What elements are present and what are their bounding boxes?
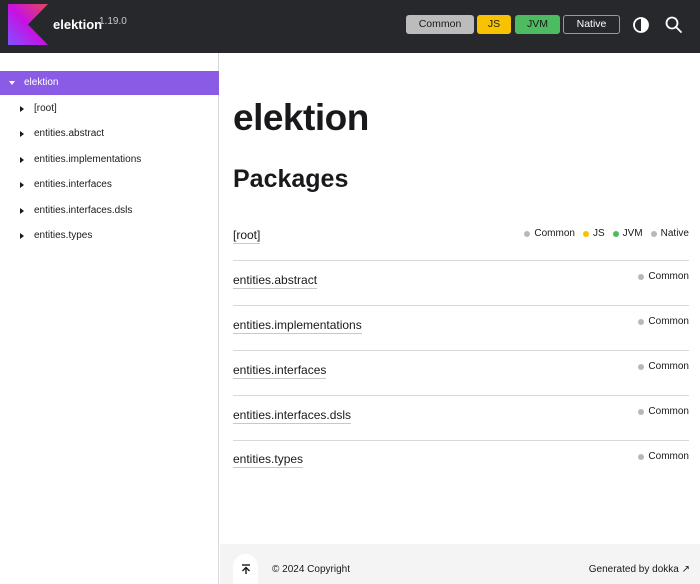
- sidebar-item-label: entities.abstract: [34, 128, 105, 139]
- platform-label: Common: [648, 451, 689, 462]
- package-row: entities.implementations Common: [233, 305, 689, 350]
- kotlin-logo[interactable]: [8, 4, 48, 45]
- navigation-sidebar: elektion [root] entities.abstract entiti…: [0, 53, 219, 584]
- platform-tag: Common: [638, 451, 689, 462]
- scroll-to-top-button[interactable]: [233, 554, 258, 584]
- platform-dot-icon: [638, 363, 645, 370]
- platform-label: Common: [648, 316, 689, 327]
- sidebar-item-label: entities.interfaces.dsls: [34, 205, 133, 216]
- footer: © 2024 Copyright Generated by dokka ↗: [220, 544, 700, 584]
- library-version: 1.19.0: [99, 16, 127, 27]
- package-row: [root] Common JS JVM Native: [233, 216, 689, 261]
- filter-js-button[interactable]: JS: [477, 15, 511, 34]
- platform-tag: Common: [638, 406, 689, 417]
- platform-label: Common: [648, 406, 689, 417]
- top-bar: elektion 1.19.0 Common JS JVM Native: [0, 0, 700, 53]
- sidebar-item-entities-types[interactable]: entities.types: [0, 224, 219, 248]
- platform-dot-icon: [638, 318, 645, 325]
- sidebar-item-entities-implementations[interactable]: entities.implementations: [0, 148, 219, 172]
- chevron-right-icon[interactable]: [17, 173, 27, 197]
- filter-common-button[interactable]: Common: [406, 15, 474, 34]
- chevron-right-icon[interactable]: [17, 199, 27, 223]
- platform-label: JS: [592, 228, 605, 239]
- package-row: entities.interfaces.dsls Common: [233, 395, 689, 440]
- filter-jvm-button[interactable]: JVM: [515, 15, 560, 34]
- platform-label: Common: [534, 228, 575, 239]
- platform-tag: Common: [638, 271, 689, 282]
- chevron-right-icon[interactable]: [17, 224, 27, 248]
- page-title: elektion: [233, 97, 369, 138]
- sidebar-item-entities-abstract[interactable]: entities.abstract: [0, 122, 219, 146]
- platform-dot-icon: [582, 230, 589, 237]
- platform-tag: JVM: [612, 228, 643, 239]
- platform-tags: Common: [638, 271, 689, 282]
- platform-tags: Common: [638, 316, 689, 327]
- platform-label: JVM: [622, 228, 643, 239]
- platform-label: Common: [648, 361, 689, 372]
- sidebar-item-label: entities.types: [34, 230, 93, 241]
- package-link[interactable]: entities.interfaces.dsls: [233, 408, 352, 424]
- platform-tags: Common: [638, 406, 689, 417]
- platform-tag: Native: [650, 228, 689, 239]
- platform-dot-icon: [524, 230, 531, 237]
- external-link-icon: ↗: [681, 564, 690, 575]
- filter-native-button[interactable]: Native: [563, 15, 620, 34]
- platform-tag: JS: [582, 228, 605, 239]
- platform-tag: Common: [638, 361, 689, 372]
- platform-dot-icon: [650, 230, 657, 237]
- platform-dot-icon: [638, 408, 645, 415]
- chevron-down-icon[interactable]: [7, 71, 17, 95]
- platform-tags: Common: [638, 451, 689, 462]
- sidebar-item-elektion[interactable]: elektion: [0, 71, 219, 95]
- generated-by-label: Generated by: [588, 564, 650, 575]
- package-link[interactable]: entities.types: [233, 452, 304, 468]
- theme-toggle-icon[interactable]: [632, 16, 650, 34]
- chevron-right-icon[interactable]: [17, 97, 27, 121]
- library-name[interactable]: elektion: [53, 17, 102, 32]
- search-icon[interactable]: [664, 15, 684, 35]
- platform-tag: Common: [638, 316, 689, 327]
- dokka-link[interactable]: dokka: [652, 564, 679, 575]
- platform-dot-icon: [638, 273, 645, 280]
- sidebar-item-label: entities.implementations: [34, 154, 142, 165]
- platform-dot-icon: [638, 453, 645, 460]
- chevron-right-icon[interactable]: [17, 122, 27, 146]
- sidebar-item-entities-interfaces[interactable]: entities.interfaces: [0, 173, 219, 197]
- platform-label: Native: [660, 228, 689, 239]
- arrow-up-to-top-icon: [241, 564, 250, 574]
- generated-by: Generated by dokka ↗: [589, 564, 690, 575]
- sidebar-item-label: elektion: [24, 77, 59, 88]
- package-row: entities.abstract Common: [233, 260, 689, 305]
- platform-tags: Common: [638, 361, 689, 372]
- platform-label: Common: [648, 271, 689, 282]
- copyright-text: © 2024 Copyright: [272, 564, 350, 575]
- sidebar-item-label: entities.interfaces: [34, 179, 112, 190]
- package-link[interactable]: entities.implementations: [233, 318, 362, 334]
- packages-heading: Packages: [233, 165, 349, 193]
- package-link[interactable]: entities.abstract: [233, 273, 318, 289]
- chevron-right-icon[interactable]: [17, 148, 27, 172]
- package-row: entities.interfaces Common: [233, 350, 689, 395]
- sidebar-item-label: [root]: [34, 103, 57, 114]
- platform-tags: Common JS JVM Native: [524, 228, 689, 239]
- main-content: elektion Packages [root] Common JS JVM N…: [220, 53, 700, 544]
- platform-dot-icon: [612, 230, 619, 237]
- package-row: entities.types Common: [233, 440, 689, 485]
- package-link[interactable]: entities.interfaces: [233, 363, 327, 379]
- sidebar-item-root[interactable]: [root]: [0, 97, 219, 121]
- package-link[interactable]: [root]: [233, 228, 261, 244]
- sidebar-item-entities-interfaces-dsls[interactable]: entities.interfaces.dsls: [0, 199, 219, 223]
- platform-tag: Common: [524, 228, 575, 239]
